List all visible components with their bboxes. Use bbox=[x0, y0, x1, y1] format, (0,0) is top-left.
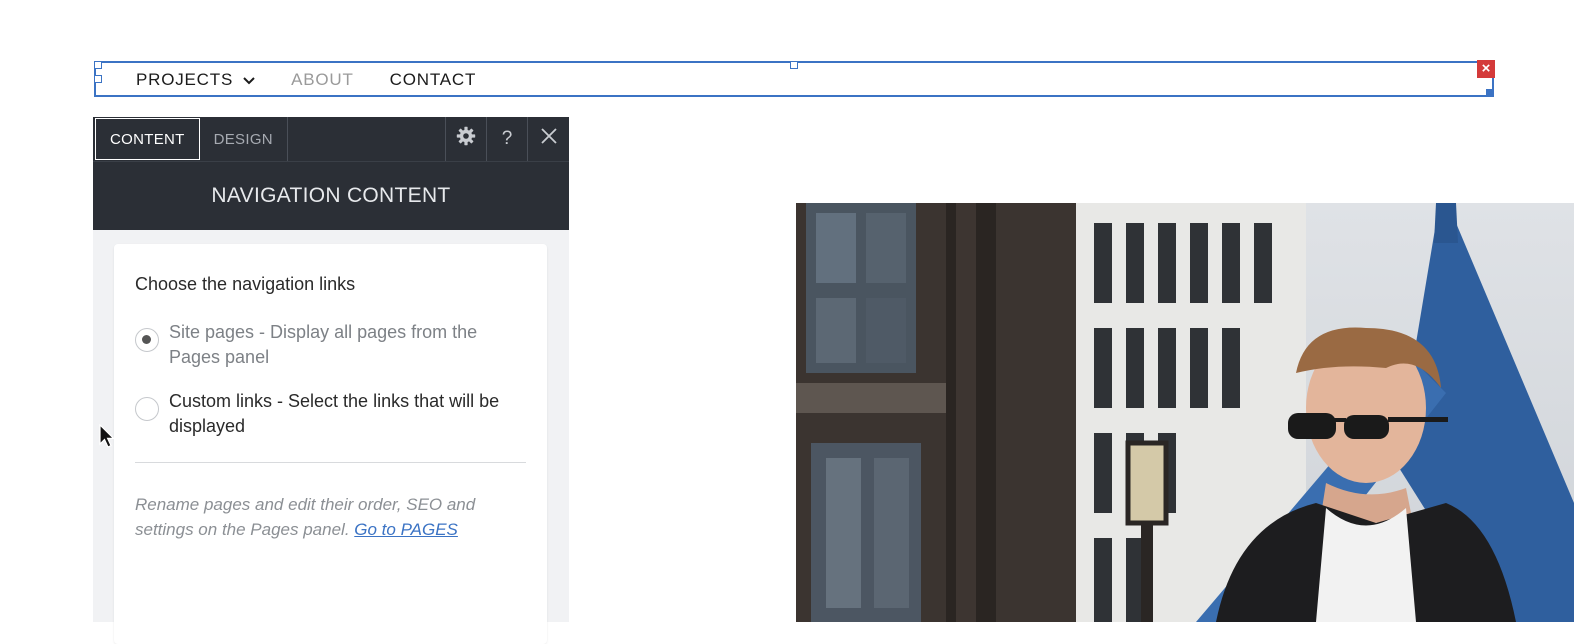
radio-site-pages[interactable] bbox=[135, 328, 159, 352]
help-button[interactable]: ? bbox=[487, 117, 528, 161]
settings-button[interactable] bbox=[446, 117, 487, 161]
panel-title: NAVIGATION CONTENT bbox=[93, 161, 569, 230]
resize-handle-top[interactable] bbox=[790, 61, 798, 69]
pages-note: Rename pages and edit their order, SEO a… bbox=[135, 492, 530, 542]
nav-item-projects[interactable]: PROJECTS bbox=[136, 70, 255, 90]
divider bbox=[135, 462, 526, 463]
tabbar-spacer bbox=[288, 117, 446, 161]
gear-icon bbox=[456, 126, 476, 152]
hero-image bbox=[796, 203, 1574, 622]
settings-panel: CONTENT DESIGN ? NAVIGATION CONTENT Choo… bbox=[93, 117, 569, 644]
nav-item-about[interactable]: ABOUT bbox=[291, 70, 354, 90]
navigation-options-card: Choose the navigation links Site pages -… bbox=[114, 244, 547, 644]
delete-element-button[interactable]: × bbox=[1477, 60, 1495, 78]
chevron-down-icon bbox=[243, 70, 255, 90]
nav-item-contact[interactable]: CONTACT bbox=[390, 70, 477, 90]
option-label: Custom links - Select the links that wil… bbox=[169, 391, 500, 436]
option-site-pages[interactable]: Site pages - Display all pages from the … bbox=[135, 320, 519, 370]
nav-item-label: CONTACT bbox=[389, 70, 477, 89]
resize-handle-top-left[interactable] bbox=[94, 61, 102, 69]
nav-item-label: PROJECTS bbox=[136, 70, 234, 89]
close-panel-button[interactable] bbox=[528, 117, 569, 161]
nav-links: PROJECTS ABOUT CONTACT bbox=[136, 63, 512, 97]
mouse-cursor-icon bbox=[99, 423, 117, 455]
resize-handle-bottom-right[interactable] bbox=[1486, 89, 1494, 97]
close-icon bbox=[540, 128, 557, 150]
nav-item-label: ABOUT bbox=[291, 70, 354, 89]
panel-tabbar: CONTENT DESIGN ? bbox=[93, 117, 569, 161]
tab-design[interactable]: DESIGN bbox=[200, 117, 288, 161]
option-label: Site pages - Display all pages from the … bbox=[169, 322, 478, 367]
tab-content[interactable]: CONTENT bbox=[95, 118, 200, 160]
radio-custom-links[interactable] bbox=[135, 397, 159, 421]
go-to-pages-link[interactable]: Go to PAGES bbox=[354, 520, 458, 539]
option-custom-links[interactable]: Custom links - Select the links that wil… bbox=[135, 389, 519, 439]
hero-photo-art bbox=[796, 203, 1574, 622]
card-heading: Choose the navigation links bbox=[135, 274, 356, 294]
resize-handle-left[interactable] bbox=[94, 75, 102, 83]
